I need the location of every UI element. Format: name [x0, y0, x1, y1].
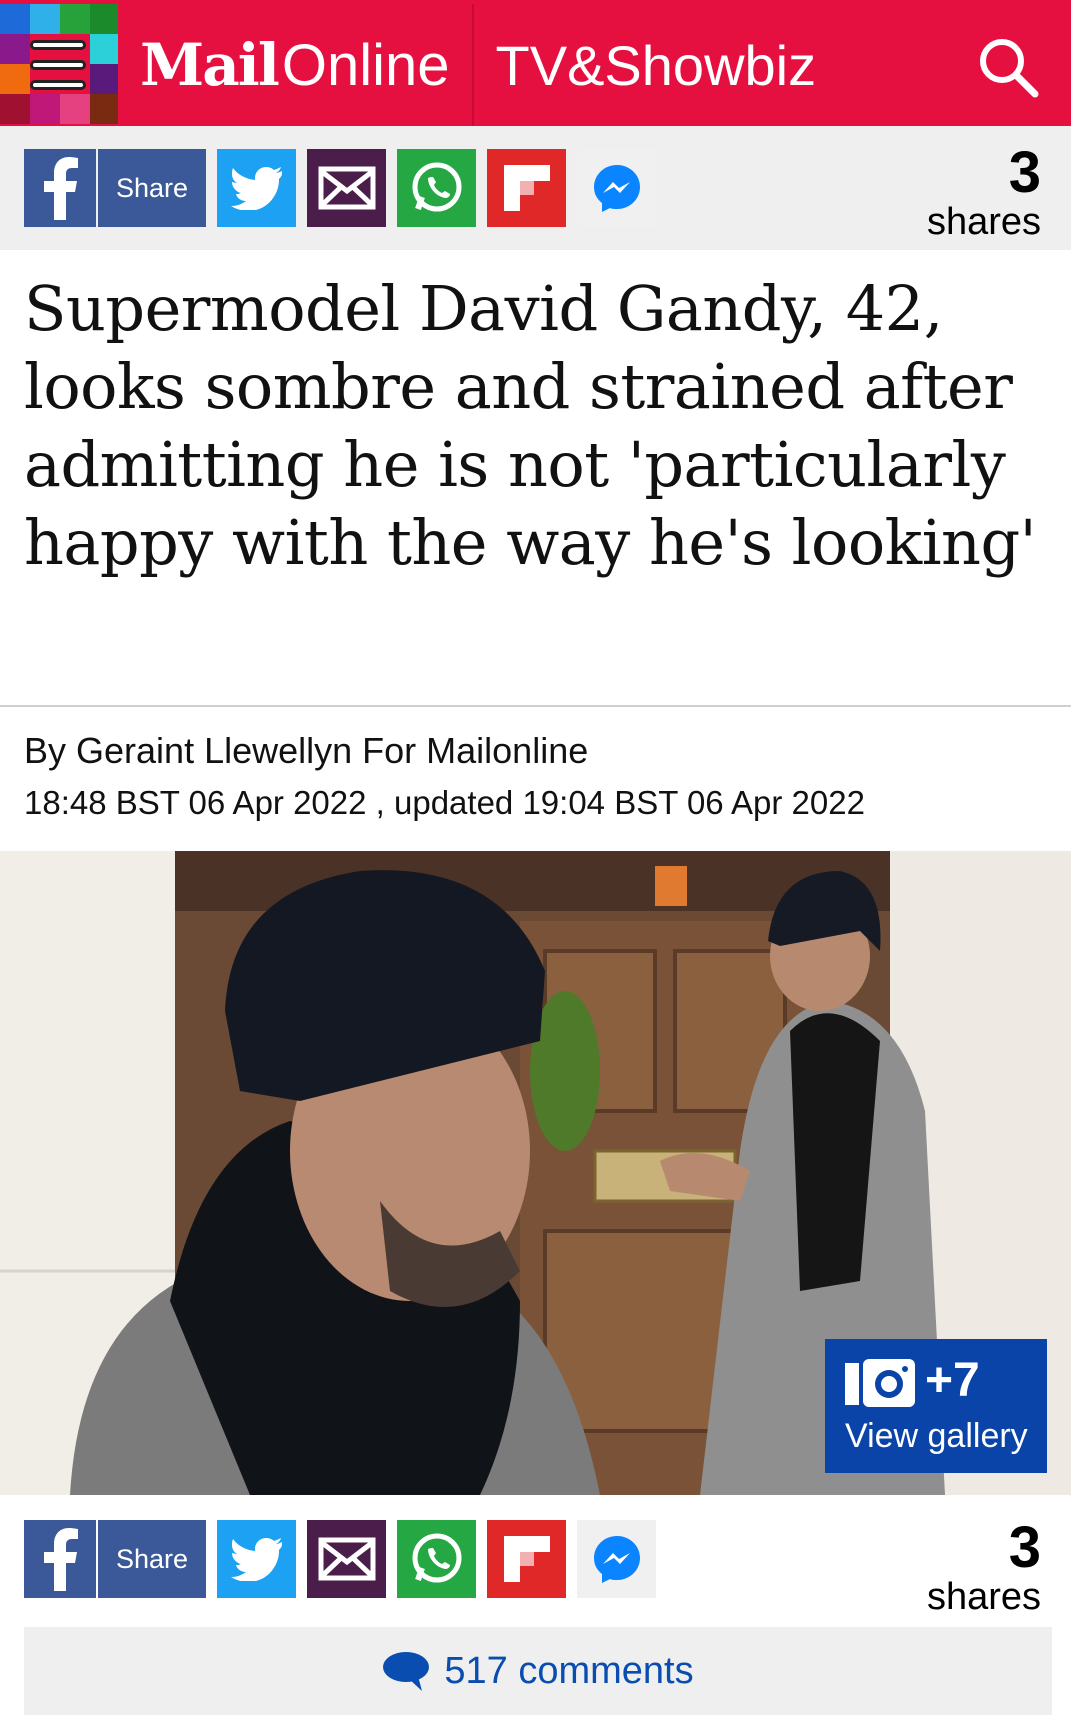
messenger-icon[interactable] — [577, 149, 656, 227]
comments-count-label: 517 comments — [444, 1649, 694, 1692]
twitter-icon[interactable] — [217, 149, 296, 227]
view-gallery-button[interactable]: +7 View gallery — [825, 1339, 1047, 1473]
whatsapp-icon[interactable] — [397, 1520, 476, 1598]
share-count-top: 3 shares — [926, 140, 1041, 243]
logo-online-text: Online — [281, 33, 450, 98]
headline-divider — [0, 705, 1071, 707]
site-header: Mail Online TV&Showbiz — [0, 4, 1071, 126]
whatsapp-icon[interactable] — [397, 149, 476, 227]
menu-button[interactable] — [0, 4, 118, 126]
share-count-number: 3 — [1008, 140, 1041, 205]
header-divider — [471, 4, 474, 126]
gallery-label: View gallery — [845, 1417, 1028, 1455]
speech-bubble-icon — [383, 1652, 430, 1691]
logo-mail-text: Mail — [140, 31, 280, 99]
share-count-label: shares — [926, 1576, 1041, 1618]
share-bar-top: Share 3 shares — [0, 126, 1071, 250]
camera-icon — [845, 1359, 915, 1407]
article-headline: Supermodel David Gandy, 42, looks sombre… — [24, 272, 1037, 579]
share-count-bottom: 3 shares — [926, 1515, 1041, 1618]
article-dateline: 18:48 BST 06 Apr 2022 , updated 19:04 BS… — [24, 784, 865, 821]
share-bar-bottom: Share 3 shares — [0, 1497, 1071, 1621]
email-icon[interactable] — [307, 149, 386, 227]
share-count-number: 3 — [1008, 1515, 1041, 1580]
search-icon[interactable] — [975, 34, 1041, 100]
gallery-count: +7 — [925, 1354, 980, 1407]
email-icon[interactable] — [307, 1520, 386, 1598]
twitter-icon[interactable] — [217, 1520, 296, 1598]
article-byline[interactable]: By Geraint Llewellyn For Mailonline — [24, 730, 588, 772]
hamburger-icon — [30, 40, 86, 90]
flipboard-icon[interactable] — [487, 1520, 566, 1598]
facebook-share-button[interactable]: Share — [98, 149, 206, 227]
facebook-icon[interactable] — [24, 1520, 96, 1598]
facebook-icon[interactable] — [24, 149, 96, 227]
facebook-share-button[interactable]: Share — [98, 1520, 206, 1598]
flipboard-icon[interactable] — [487, 149, 566, 227]
comments-button[interactable]: 517 comments — [24, 1627, 1052, 1715]
messenger-icon[interactable] — [577, 1520, 656, 1598]
share-count-label: shares — [926, 201, 1041, 243]
section-link[interactable]: TV&Showbiz — [496, 33, 817, 98]
mailonline-logo[interactable]: Mail Online — [140, 31, 450, 99]
